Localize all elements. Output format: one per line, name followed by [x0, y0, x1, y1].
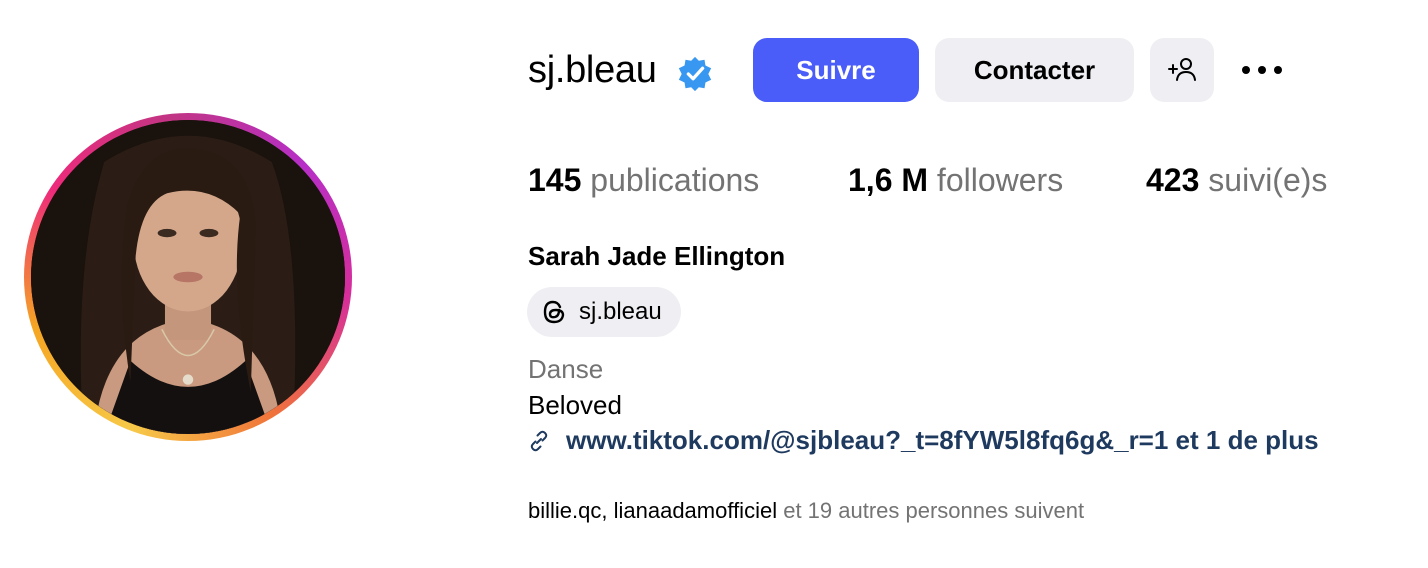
verified-badge-icon — [678, 56, 712, 92]
followed-by-suffix: et 19 autres personnes suivent — [777, 498, 1085, 523]
threads-handle: sj.bleau — [579, 298, 662, 325]
link-icon — [530, 430, 548, 452]
following-label: suivi(e)s — [1208, 162, 1328, 198]
following-count: 423 — [1146, 162, 1200, 198]
posts-label: publications — [590, 162, 760, 198]
suggest-users-button[interactable] — [1150, 38, 1214, 102]
posts-count: 145 — [528, 162, 582, 198]
profile-full-name: Sarah Jade Ellington — [528, 241, 786, 271]
threads-icon — [543, 300, 565, 324]
follow-button[interactable]: Suivre — [753, 38, 919, 102]
profile-bio: Beloved — [528, 390, 622, 420]
stat-followers[interactable]: 1,6 M followers — [848, 160, 1063, 200]
threads-badge[interactable]: sj.bleau — [527, 287, 681, 337]
profile-external-link[interactable]: www.tiktok.com/@sjbleau?_t=8fYW5l8fq6g&_… — [566, 424, 1319, 456]
stat-posts: 145 publications — [528, 160, 759, 200]
followers-label: followers — [936, 162, 1064, 198]
followers-count: 1,6 M — [848, 162, 929, 198]
more-options-icon[interactable] — [1238, 55, 1286, 85]
person-add-icon — [1168, 58, 1196, 81]
story-ring[interactable] — [24, 113, 352, 441]
stat-following[interactable]: 423 suivi(e)s — [1146, 160, 1327, 200]
profile-username: sj.bleau — [528, 49, 657, 91]
avatar-photo — [31, 120, 345, 434]
followed-by-user-1[interactable]: billie.qc — [528, 498, 601, 523]
avatar[interactable] — [31, 120, 345, 434]
profile-category: Danse — [528, 354, 604, 384]
followed-by-separator: , — [601, 498, 614, 523]
followed-by[interactable]: billie.qc, lianaadamofficiel et 19 autre… — [528, 497, 1084, 525]
followed-by-user-2[interactable]: lianaadamofficiel — [614, 498, 777, 523]
contact-button[interactable]: Contacter — [935, 38, 1134, 102]
